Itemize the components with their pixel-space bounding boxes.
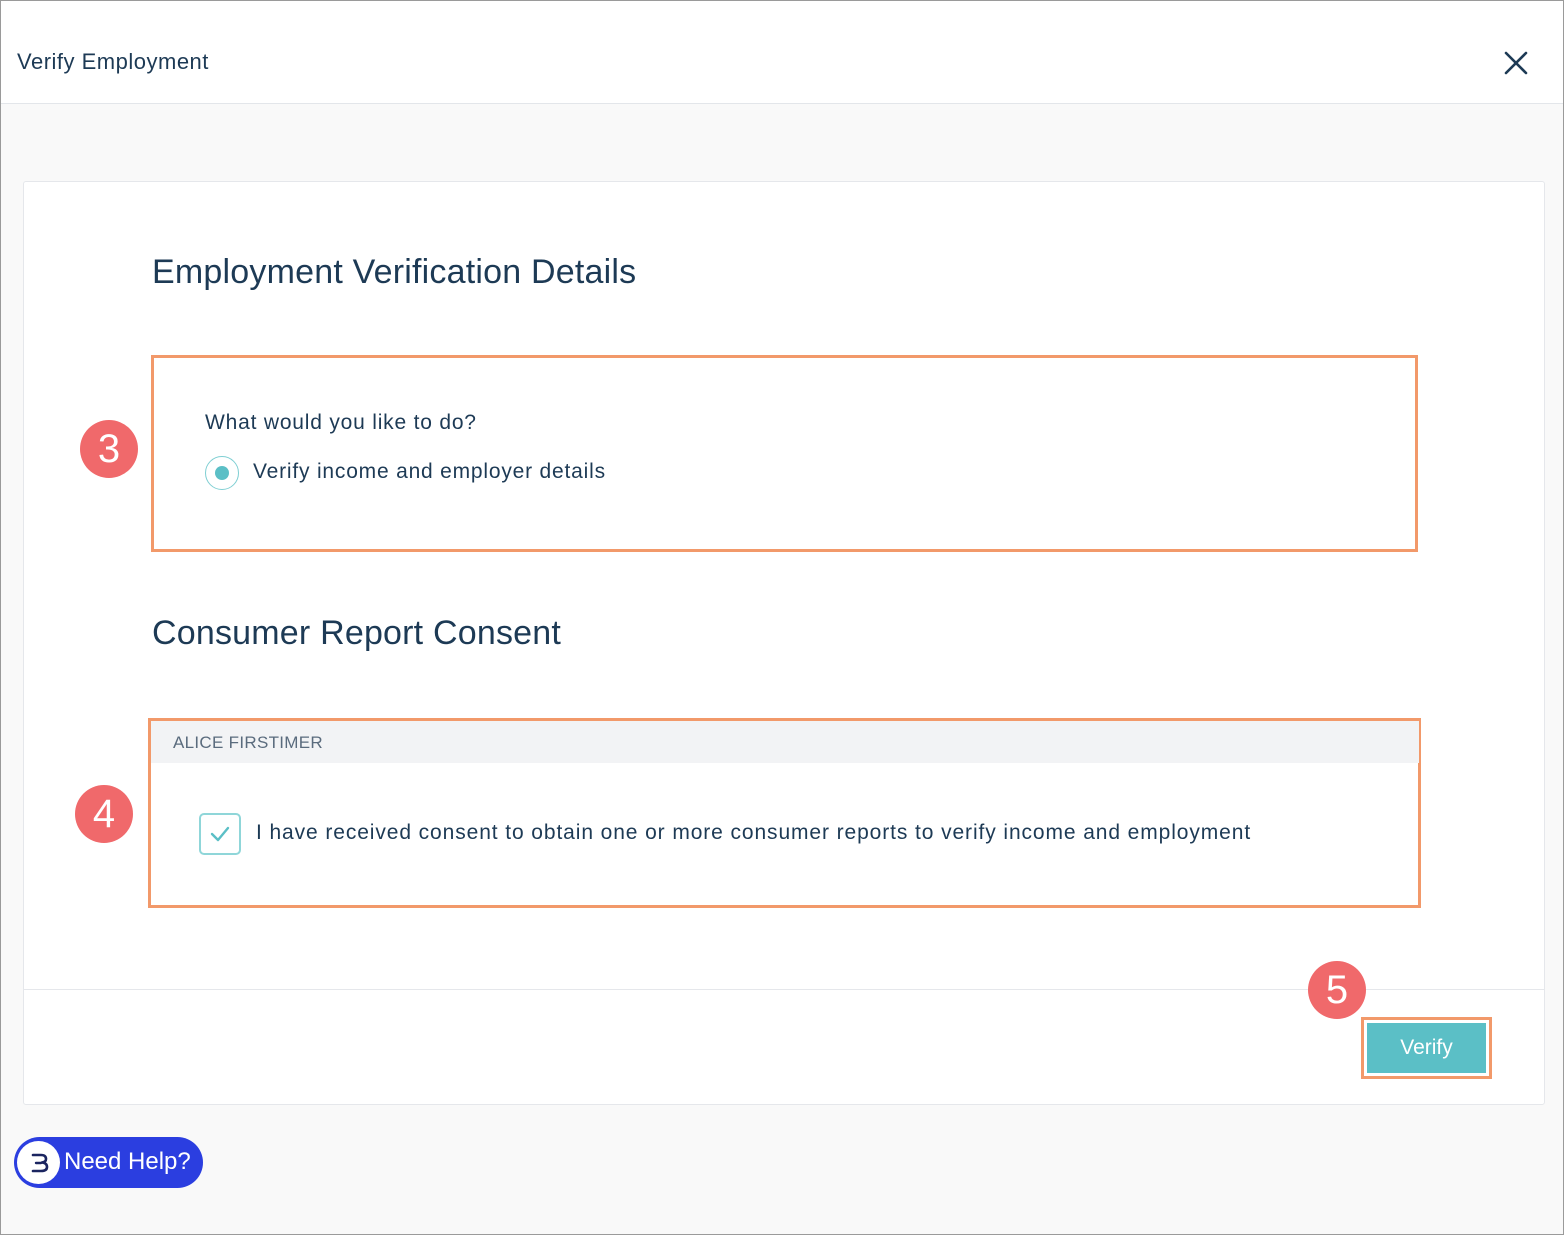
consent-label[interactable]: I have received consent to obtain one or… (256, 821, 1251, 845)
borrower-header: ALICE FIRSTIMER (151, 721, 1419, 763)
consent-section-title: Consumer Report Consent (152, 614, 562, 652)
borrower-name: ALICE FIRSTIMER (173, 733, 323, 752)
action-question: What would you like to do? (205, 411, 477, 434)
step-badge-3: 3 (80, 420, 138, 478)
help-logo-icon (17, 1141, 60, 1184)
radio-selected-dot (215, 466, 229, 480)
verify-income-radio-label[interactable]: Verify income and employer details (253, 460, 606, 484)
verify-button-highlight: Verify (1361, 1017, 1492, 1079)
employment-section-title: Employment Verification Details (152, 253, 637, 291)
need-help-button[interactable]: Need Help? (14, 1137, 203, 1188)
consent-box: ALICE FIRSTIMER I have received consent … (148, 718, 1421, 908)
modal-header: Verify Employment (1, 1, 1563, 104)
close-icon (1504, 51, 1528, 75)
action-choice-box: What would you like to do? Verify income… (151, 355, 1418, 552)
need-help-label: Need Help? (64, 1148, 191, 1175)
verify-income-radio[interactable] (205, 456, 239, 490)
step-badge-4: 4 (75, 785, 133, 843)
verify-button[interactable]: Verify (1367, 1023, 1486, 1073)
close-button[interactable] (1498, 45, 1534, 81)
verification-card: Employment Verification Details What wou… (23, 181, 1545, 1105)
modal-title: Verify Employment (17, 49, 209, 74)
checkmark-icon (210, 826, 230, 842)
step-badge-5: 5 (1308, 961, 1366, 1019)
consent-checkbox[interactable] (199, 813, 241, 855)
verify-employment-modal: Verify Employment Employment Verificatio… (0, 0, 1564, 1235)
